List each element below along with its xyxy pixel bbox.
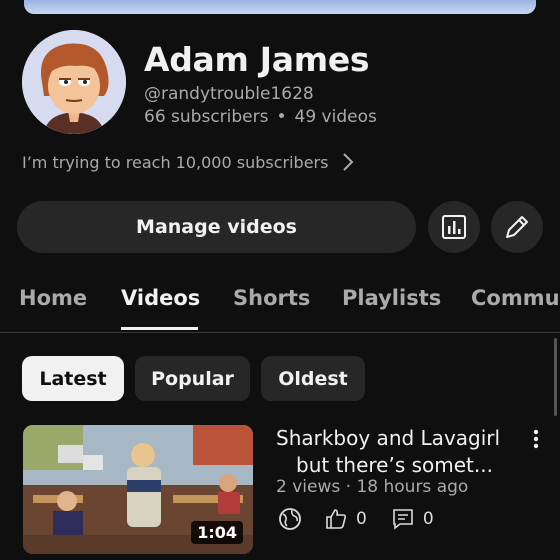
comment-count: 0 [422, 509, 434, 529]
like-count: 0 [356, 509, 367, 529]
video-duration: 1:04 [191, 521, 243, 544]
video-count: 49 videos [294, 107, 377, 127]
channel-banner [24, 0, 536, 14]
video-title-line2: but there’s somet... [296, 453, 493, 477]
video-meta: 2 views · 18 hours ago [276, 477, 468, 497]
filter-popular[interactable]: Popular [135, 356, 250, 401]
tab-videos[interactable]: Videos [121, 286, 200, 310]
meta-dot: · [345, 477, 352, 497]
channel-description[interactable]: I’m trying to reach 10,000 subscribers [22, 152, 354, 172]
tab-shorts[interactable]: Shorts [233, 286, 310, 310]
channel-stats: 66 subscribers • 49 videos [144, 107, 377, 127]
thumbs-up-icon [326, 509, 347, 529]
stats-separator: • [276, 107, 287, 127]
video-stats-row: 0 0 [278, 507, 434, 531]
video-thumbnail[interactable]: 1:04 [23, 425, 253, 554]
pencil-icon [506, 216, 528, 238]
video-title-line1: Sharkboy and Lavagirl [276, 426, 501, 450]
edit-channel-button[interactable] [491, 201, 543, 253]
video-title[interactable]: Sharkboy and Lavagirl but there’s somet.… [276, 425, 516, 479]
tab-community[interactable]: Commu [471, 286, 560, 310]
filter-latest[interactable]: Latest [22, 356, 124, 401]
cartoon-avatar-image [22, 30, 126, 134]
tab-playlists[interactable]: Playlists [342, 286, 441, 310]
channel-name: Adam James [144, 40, 370, 79]
comment-icon [393, 509, 413, 530]
analytics-button[interactable] [428, 201, 480, 253]
view-count: 2 views [276, 477, 341, 497]
tab-home[interactable]: Home [19, 286, 87, 310]
bar-chart-icon [442, 215, 466, 239]
channel-handle: @randytrouble1628 [144, 84, 314, 104]
avatar[interactable] [22, 30, 126, 134]
more-options-icon[interactable] [528, 428, 544, 450]
active-tab-indicator [121, 327, 198, 330]
description-text: I’m trying to reach 10,000 subscribers [22, 152, 329, 172]
subscriber-count: 66 subscribers [144, 107, 269, 127]
chevron-right-icon [343, 153, 354, 171]
channel-tabs: Home Videos Shorts Playlists Commu [0, 278, 560, 333]
globe-icon [279, 508, 301, 530]
scrollbar[interactable] [554, 338, 557, 416]
manage-videos-button[interactable]: Manage videos [17, 201, 416, 253]
upload-age: 18 hours ago [356, 477, 469, 497]
filter-oldest[interactable]: Oldest [261, 356, 365, 401]
